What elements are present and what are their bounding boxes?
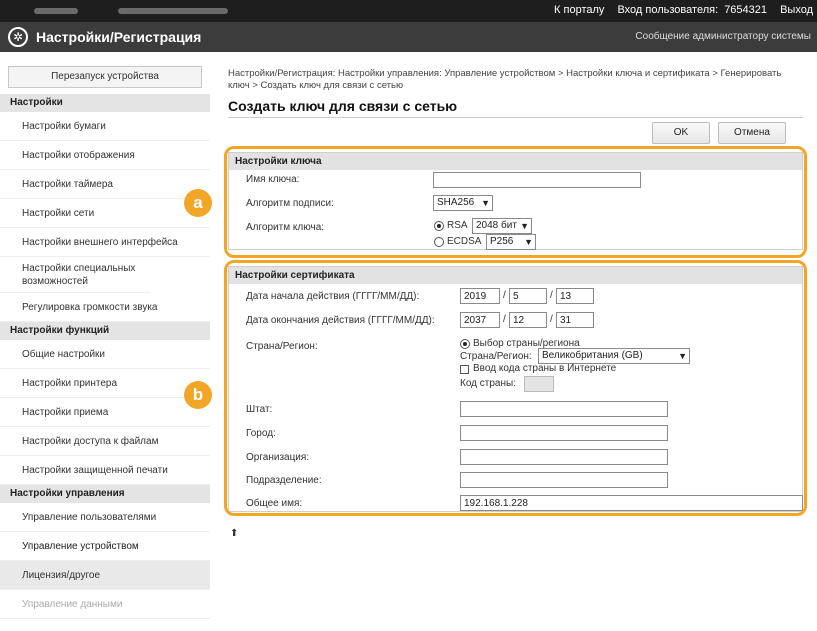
sidebar-item-device-management[interactable]: Управление устройством <box>0 532 210 561</box>
callout-badge-b: b <box>184 381 212 409</box>
login-label: Вход пользователя: 7654321 <box>617 4 768 16</box>
sidebar-item-display[interactable]: Настройки отображения <box>0 141 210 170</box>
sidebar-item-receive[interactable]: Настройки приема <box>0 398 210 427</box>
sidebar-item-common[interactable]: Общие настройки <box>0 340 210 369</box>
sidebar-item-printer[interactable]: Настройки принтера <box>0 369 210 398</box>
cancel-button[interactable]: Отмена <box>718 122 786 144</box>
breadcrumb: Настройки/Регистрация: Настройки управле… <box>228 68 782 91</box>
portal-link[interactable]: К порталу <box>554 4 604 16</box>
sidebar-item-file-access[interactable]: Настройки доступа к файлам <box>0 427 210 456</box>
sidebar-heading-functions: Настройки функций <box>0 322 210 340</box>
app-title: Настройки/Регистрация <box>36 29 202 45</box>
callout-badge-a: a <box>184 189 212 217</box>
settings-logo-icon: ✲ <box>8 27 28 47</box>
sidebar-item-timer[interactable]: Настройки таймера <box>0 170 210 199</box>
logout-link[interactable]: Выход <box>780 4 813 16</box>
highlight-key-settings <box>224 146 807 258</box>
admin-message-link[interactable]: Сообщение администратору системы <box>635 31 811 42</box>
sidebar-item-accessibility[interactable]: Настройки специальных возможностей <box>0 257 150 293</box>
sidebar-item-user-management[interactable]: Управление пользователями <box>0 503 210 532</box>
ok-button[interactable]: OK <box>652 122 710 144</box>
title-divider <box>228 117 803 118</box>
sidebar-item-license[interactable]: Лицензия/другое <box>0 561 210 590</box>
sidebar-item-secure-print[interactable]: Настройки защищенной печати <box>0 456 210 485</box>
back-to-top-icon[interactable]: ⬆ <box>230 528 238 539</box>
sidebar-item-external-interface[interactable]: Настройки внешнего интерфейса <box>0 228 210 257</box>
highlight-certificate-settings <box>224 260 807 516</box>
restart-device-button[interactable]: Перезапуск устройства <box>8 66 202 88</box>
page-title: Создать ключ для связи с сетью <box>228 98 458 114</box>
sidebar-item-volume[interactable]: Регулировка громкости звука <box>0 293 210 322</box>
sidebar-item-network[interactable]: Настройки сети <box>0 199 210 228</box>
sidebar-item-paper[interactable]: Настройки бумаги <box>0 112 210 141</box>
sidebar-heading-management: Настройки управления <box>0 485 210 503</box>
blurred-text <box>34 8 78 14</box>
blurred-text <box>118 8 228 14</box>
sidebar-heading-settings: Настройки <box>0 94 210 112</box>
sidebar: Перезапуск устройства Настройки Настройк… <box>0 60 210 631</box>
top-bar: К порталу Вход пользователя: 7654321 Вых… <box>0 0 817 22</box>
sidebar-item-data-management[interactable]: Управление данными <box>0 590 210 619</box>
title-bar: ✲ Настройки/Регистрация Сообщение админи… <box>0 22 817 52</box>
